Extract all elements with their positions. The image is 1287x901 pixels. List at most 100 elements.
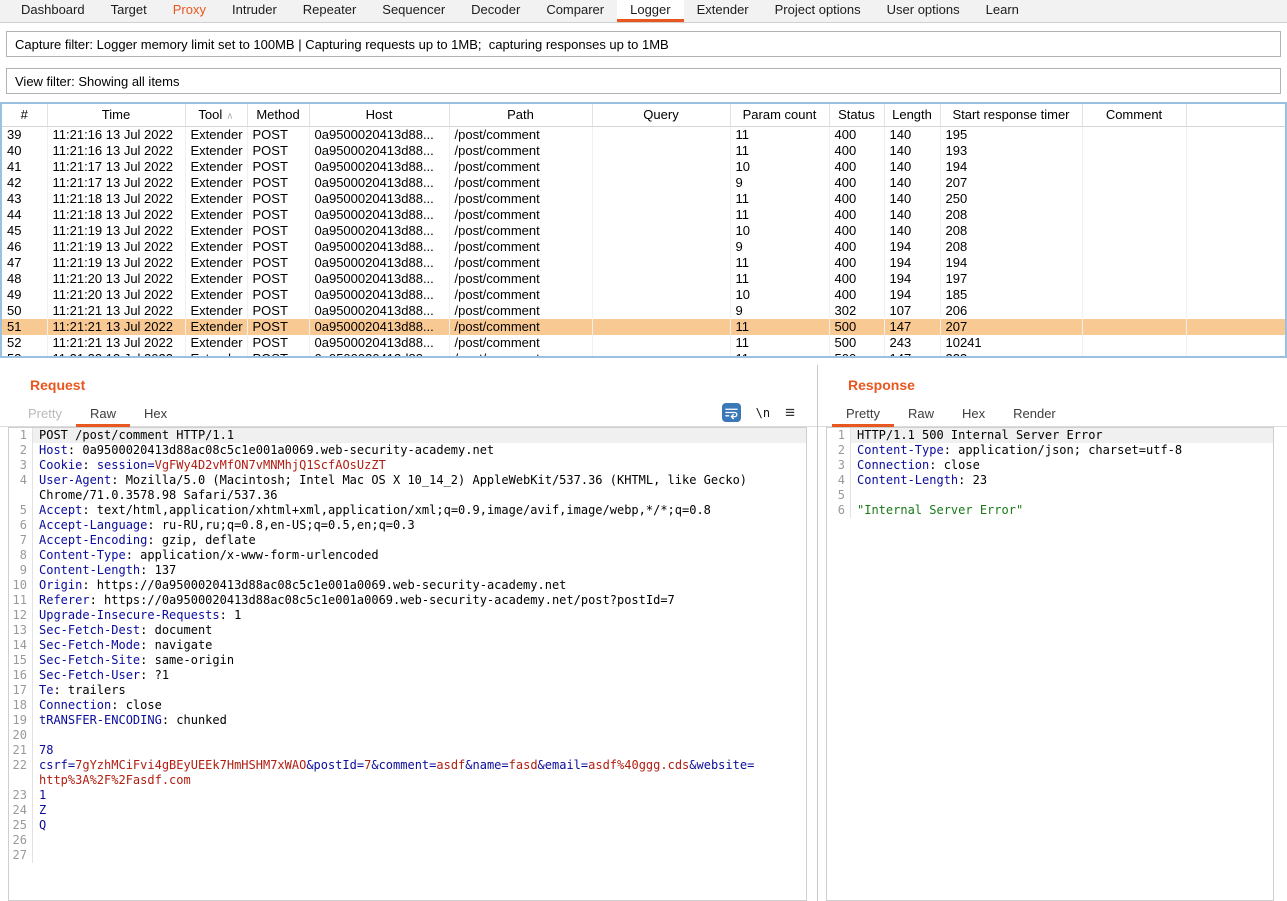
column-header-start-response-timer[interactable]: Start response timer <box>940 104 1082 126</box>
table-row[interactable]: 5111:21:21 13 Jul 2022ExtenderPOST0a9500… <box>2 319 1285 335</box>
table-row[interactable]: 4811:21:20 13 Jul 2022ExtenderPOST0a9500… <box>2 271 1285 287</box>
editor-line: 231 <box>9 788 806 803</box>
menu-tab-project-options[interactable]: Project options <box>762 0 874 22</box>
column-header-[interactable]: # <box>2 104 47 126</box>
line-number: 1 <box>827 428 851 443</box>
column-header-tool[interactable]: Tool∧ <box>185 104 247 126</box>
editor-line: 3Cookie: session=VgFWy4D2vMfON7vMNMhjQ1S… <box>9 458 806 473</box>
view-filter-bar[interactable]: View filter: Showing all items <box>6 68 1281 94</box>
line-number: 4 <box>9 473 33 503</box>
editor-line: 15Sec-Fetch-Site: same-origin <box>9 653 806 668</box>
table-row[interactable]: 4311:21:18 13 Jul 2022ExtenderPOST0a9500… <box>2 191 1285 207</box>
tab-raw[interactable]: Raw <box>76 402 130 427</box>
column-header-blank[interactable] <box>1186 104 1285 126</box>
editor-line: 20 <box>9 728 806 743</box>
editor-menu-icon[interactable]: ≡ <box>785 404 795 421</box>
table-row[interactable]: 5211:21:21 13 Jul 2022ExtenderPOST0a9500… <box>2 335 1285 351</box>
menu-tab-extender[interactable]: Extender <box>684 0 762 22</box>
editor-line: 24Z <box>9 803 806 818</box>
column-header-comment[interactable]: Comment <box>1082 104 1186 126</box>
table-row[interactable]: 4011:21:16 13 Jul 2022ExtenderPOST0a9500… <box>2 143 1285 159</box>
line-number: 9 <box>9 563 33 578</box>
tab-pretty[interactable]: Pretty <box>832 402 894 427</box>
editor-line: 10Origin: https://0a9500020413d88ac08c5c… <box>9 578 806 593</box>
menu-tab-sequencer[interactable]: Sequencer <box>369 0 458 22</box>
line-number: 16 <box>9 668 33 683</box>
editor-line: 2178 <box>9 743 806 758</box>
menu-tab-repeater[interactable]: Repeater <box>290 0 369 22</box>
logger-table: #TimeTool∧MethodHostPathQueryParam count… <box>2 104 1285 358</box>
table-row[interactable]: 4211:21:17 13 Jul 2022ExtenderPOST0a9500… <box>2 175 1285 191</box>
newline-toggle-icon[interactable]: \n <box>756 406 770 420</box>
menu-tab-learn[interactable]: Learn <box>973 0 1032 22</box>
tab-raw[interactable]: Raw <box>894 402 948 427</box>
main-menu-bar: DashboardTargetProxyIntruderRepeaterSequ… <box>0 0 1287 23</box>
tab-render[interactable]: Render <box>999 402 1070 427</box>
editor-line: 16Sec-Fetch-User: ?1 <box>9 668 806 683</box>
table-row[interactable]: 4411:21:18 13 Jul 2022ExtenderPOST0a9500… <box>2 207 1285 223</box>
table-row[interactable]: 4511:21:19 13 Jul 2022ExtenderPOST0a9500… <box>2 223 1285 239</box>
line-number: 23 <box>9 788 33 803</box>
column-header-status[interactable]: Status <box>829 104 884 126</box>
logger-table-panel: #TimeTool∧MethodHostPathQueryParam count… <box>0 102 1287 358</box>
line-number: 14 <box>9 638 33 653</box>
menu-tab-intruder[interactable]: Intruder <box>219 0 290 22</box>
line-number: 26 <box>9 833 33 848</box>
line-number: 8 <box>9 548 33 563</box>
menu-tab-decoder[interactable]: Decoder <box>458 0 533 22</box>
editor-line: 14Sec-Fetch-Mode: navigate <box>9 638 806 653</box>
menu-tab-proxy[interactable]: Proxy <box>160 0 219 22</box>
line-number: 18 <box>9 698 33 713</box>
line-number: 19 <box>9 713 33 728</box>
column-header-query[interactable]: Query <box>592 104 730 126</box>
editor-line: 17Te: trailers <box>9 683 806 698</box>
editor-line: 1POST /post/comment HTTP/1.1 <box>9 428 806 443</box>
menu-tab-target[interactable]: Target <box>98 0 160 22</box>
column-header-param-count[interactable]: Param count <box>730 104 829 126</box>
tab-hex[interactable]: Hex <box>948 402 999 427</box>
message-detail-area: Request PrettyRawHex \n ≡ 1POST /post/co… <box>0 358 1287 901</box>
column-header-host[interactable]: Host <box>309 104 449 126</box>
table-row[interactable]: 4111:21:17 13 Jul 2022ExtenderPOST0a9500… <box>2 159 1285 175</box>
table-row[interactable]: 4611:21:19 13 Jul 2022ExtenderPOST0a9500… <box>2 239 1285 255</box>
table-row[interactable]: 5011:21:21 13 Jul 2022ExtenderPOST0a9500… <box>2 303 1285 319</box>
line-number: 20 <box>9 728 33 743</box>
table-row[interactable]: 4911:21:20 13 Jul 2022ExtenderPOST0a9500… <box>2 287 1285 303</box>
request-title: Request <box>30 377 817 393</box>
column-header-length[interactable]: Length <box>884 104 940 126</box>
menu-tab-logger[interactable]: Logger <box>617 0 683 22</box>
editor-line: 1HTTP/1.1 500 Internal Server Error <box>827 428 1273 443</box>
line-number: 12 <box>9 608 33 623</box>
request-editor[interactable]: 1POST /post/comment HTTP/1.12Host: 0a950… <box>8 427 807 901</box>
column-header-time[interactable]: Time <box>47 104 185 126</box>
line-number: 27 <box>9 848 33 863</box>
editor-line: 27 <box>9 848 806 863</box>
menu-tab-comparer[interactable]: Comparer <box>533 0 617 22</box>
menu-tab-dashboard[interactable]: Dashboard <box>8 0 98 22</box>
line-number: 17 <box>9 683 33 698</box>
editor-line: 9Content-Length: 137 <box>9 563 806 578</box>
line-number: 2 <box>827 443 851 458</box>
table-row[interactable]: 3911:21:16 13 Jul 2022ExtenderPOST0a9500… <box>2 126 1285 143</box>
line-number: 1 <box>9 428 33 443</box>
line-number: 6 <box>9 518 33 533</box>
line-number: 3 <box>9 458 33 473</box>
editor-line: 25Q <box>9 818 806 833</box>
line-number: 15 <box>9 653 33 668</box>
editor-line: 4User-Agent: Mozilla/5.0 (Macintosh; Int… <box>9 473 806 503</box>
table-row[interactable]: 4711:21:19 13 Jul 2022ExtenderPOST0a9500… <box>2 255 1285 271</box>
response-title: Response <box>848 377 1287 393</box>
tab-pretty[interactable]: Pretty <box>14 402 76 427</box>
table-row[interactable]: 5311:21:22 13 Jul 2022ExtenderPOST0a9500… <box>2 351 1285 359</box>
response-editor[interactable]: 1HTTP/1.1 500 Internal Server Error2Cont… <box>826 427 1274 901</box>
column-header-method[interactable]: Method <box>247 104 309 126</box>
editor-line: 2Host: 0a9500020413d88ac08c5c1e001a0069.… <box>9 443 806 458</box>
editor-line: 12Upgrade-Insecure-Requests: 1 <box>9 608 806 623</box>
column-header-path[interactable]: Path <box>449 104 592 126</box>
soft-wrap-icon[interactable] <box>722 403 741 422</box>
line-number: 10 <box>9 578 33 593</box>
capture-filter-bar[interactable]: Capture filter: Logger memory limit set … <box>6 31 1281 57</box>
sort-asc-icon: ∧ <box>226 111 233 122</box>
tab-hex[interactable]: Hex <box>130 402 181 427</box>
menu-tab-user-options[interactable]: User options <box>874 0 973 22</box>
